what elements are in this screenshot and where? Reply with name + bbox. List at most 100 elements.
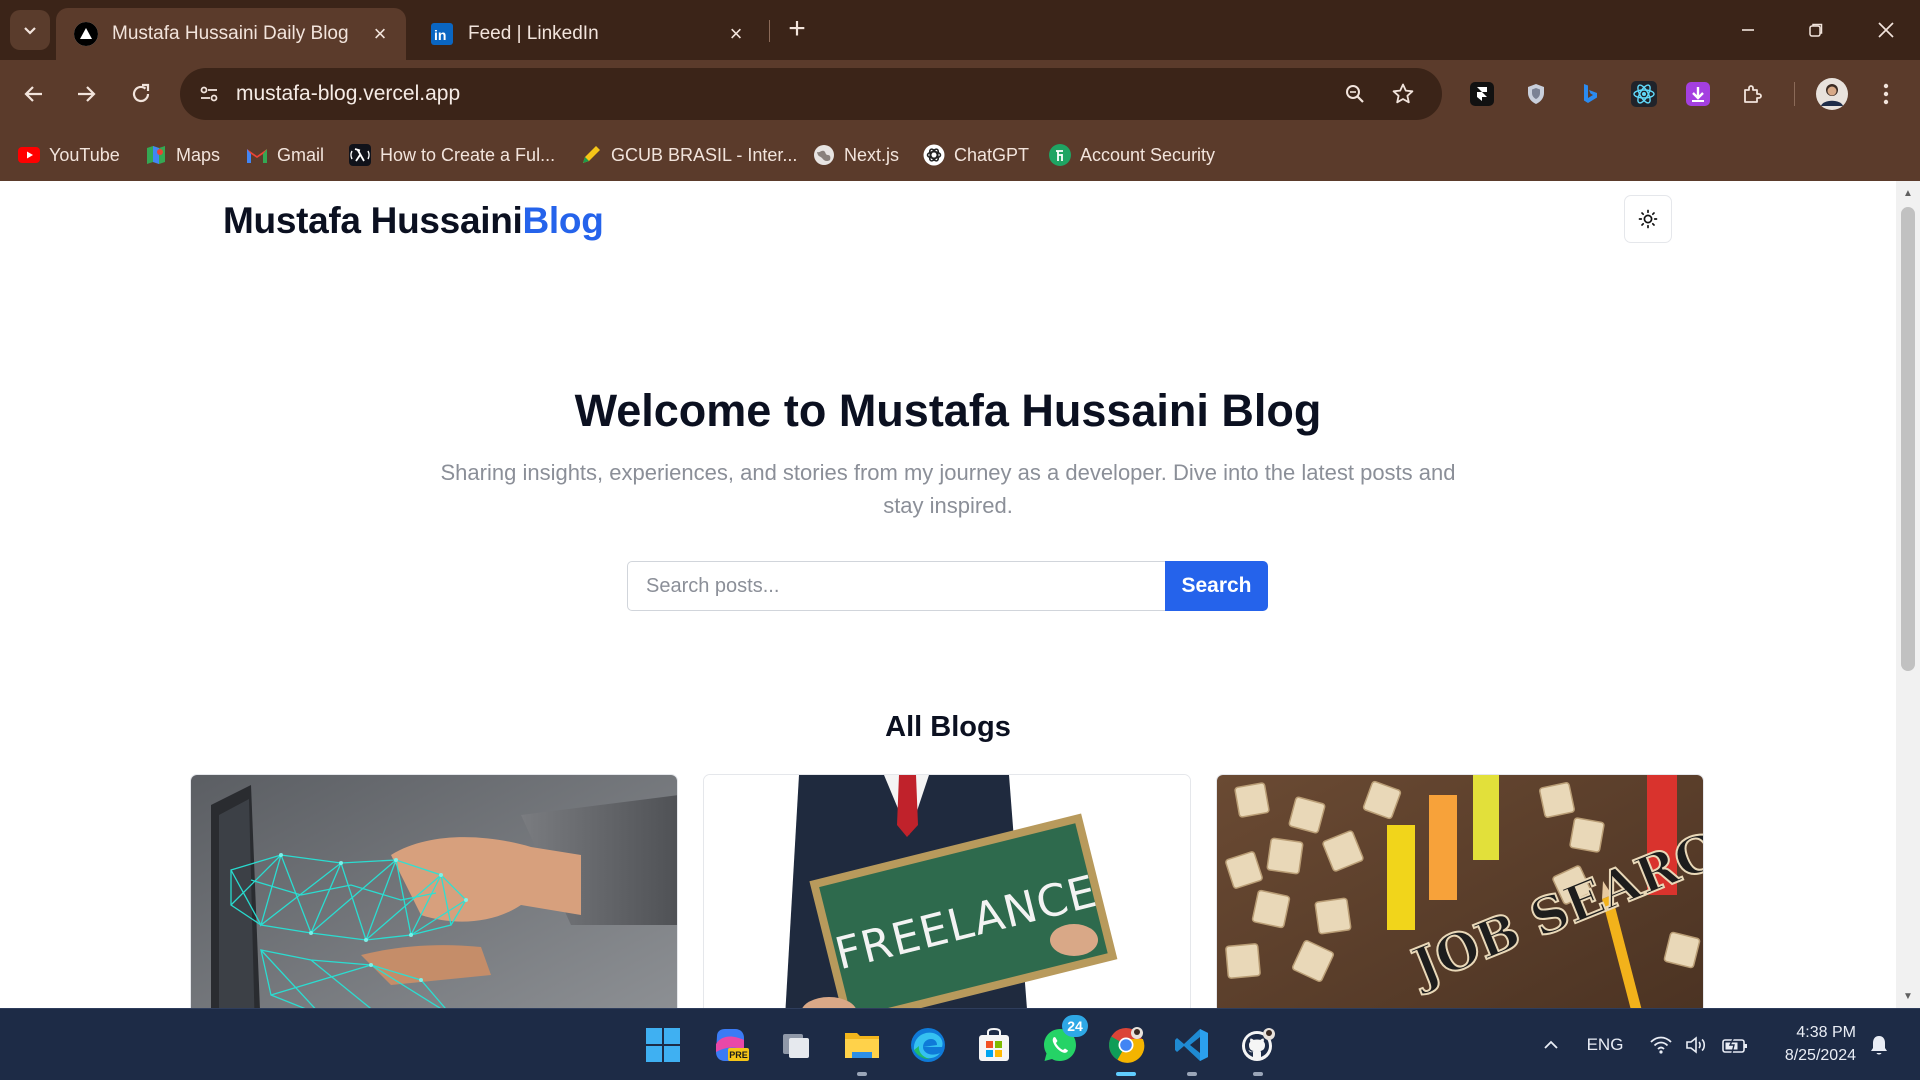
search-button[interactable]: Search <box>1165 561 1268 611</box>
bookmark-nextjs[interactable]: Next.js <box>813 140 899 170</box>
reload-button[interactable] <box>121 74 161 114</box>
restore-icon <box>1809 23 1823 37</box>
taskbar-chrome[interactable] <box>1104 1023 1148 1076</box>
chevron-up-icon <box>1544 1040 1558 1049</box>
blog-card[interactable] <box>190 774 678 1008</box>
profile-avatar[interactable] <box>1814 76 1850 112</box>
volume-icon[interactable] <box>1682 1009 1712 1080</box>
close-tab-icon[interactable]: × <box>724 21 748 46</box>
bookmark-how-to-create[interactable]: How to Create a Ful... <box>349 140 555 170</box>
zoom-icon[interactable] <box>1340 79 1370 109</box>
svg-text:PRE: PRE <box>729 1050 748 1060</box>
scroll-up-arrow-icon[interactable]: ▲ <box>1896 183 1920 203</box>
browser-toolbar: mustafa-blog.vercel.app <box>0 60 1920 128</box>
youtube-icon <box>18 144 40 166</box>
react-devtools-icon[interactable] <box>1626 76 1662 112</box>
taskbar-store[interactable] <box>972 1023 1016 1067</box>
shield-extension-icon[interactable] <box>1518 76 1554 112</box>
language-indicator[interactable]: ENG <box>1580 1009 1630 1080</box>
back-button[interactable] <box>14 74 54 114</box>
system-clock[interactable]: 4:38 PM 8/25/2024 <box>1766 1021 1856 1067</box>
forward-button[interactable] <box>66 74 106 114</box>
download-extension-icon[interactable] <box>1680 76 1716 112</box>
bookmark-account-security[interactable]: Account Security <box>1049 140 1215 170</box>
wifi-icon[interactable] <box>1646 1009 1676 1080</box>
blog-card[interactable]: JOB SEARCH <box>1216 774 1704 1008</box>
tab-blog[interactable]: Mustafa Hussaini Daily Blog × <box>56 8 406 60</box>
bookmark-gmail[interactable]: Gmail <box>246 140 324 170</box>
tab-title: Feed | LinkedIn <box>468 23 599 44</box>
pencil-icon <box>580 144 602 166</box>
triangle-icon <box>74 22 98 46</box>
tab-title: Mustafa Hussaini Daily Blog <box>112 23 349 44</box>
maps-icon <box>145 144 167 166</box>
close-tab-icon[interactable]: × <box>368 21 392 46</box>
globe-icon <box>813 144 835 166</box>
minimize-button[interactable] <box>1714 0 1782 60</box>
store-icon <box>979 1027 1009 1061</box>
bookmark-chatgpt[interactable]: ChatGPT <box>923 140 1029 170</box>
address-bar[interactable]: mustafa-blog.vercel.app <box>180 68 1442 120</box>
bookmark-maps[interactable]: Maps <box>145 140 220 170</box>
scroll-down-arrow-icon[interactable]: ▼ <box>1896 986 1920 1006</box>
theme-toggle-button[interactable] <box>1624 195 1672 243</box>
taskbar-github-desktop[interactable] <box>1236 1023 1280 1076</box>
active-indicator <box>1116 1072 1136 1076</box>
windows-logo-icon <box>646 1028 680 1062</box>
blog-card[interactable]: FREELANCE <box>703 774 1191 1008</box>
job-search-tiles-image: JOB SEARCH <box>1217 775 1703 1008</box>
clock-date: 8/25/2024 <box>1784 1047 1856 1064</box>
url-text[interactable]: mustafa-blog.vercel.app <box>236 82 460 106</box>
tab-divider <box>769 20 770 42</box>
tab-search-button[interactable] <box>10 10 50 50</box>
extensions-puzzle-icon[interactable] <box>1734 76 1770 112</box>
notification-bell-icon[interactable] <box>1864 1009 1894 1080</box>
search-input[interactable] <box>627 561 1165 611</box>
taskbar-edge[interactable] <box>906 1023 950 1067</box>
framer-extension-icon[interactable] <box>1464 76 1500 112</box>
taskbar-task-view[interactable] <box>774 1023 818 1067</box>
close-window-button[interactable] <box>1852 0 1920 60</box>
bookmarks-bar: YouTube Maps Gmail How to Create a Ful..… <box>0 128 1920 181</box>
svg-text:in: in <box>434 27 446 43</box>
linkedin-icon: in <box>430 22 454 46</box>
bookmark-star-icon[interactable] <box>1388 79 1418 109</box>
reload-icon <box>132 83 150 103</box>
bing-extension-icon[interactable] <box>1572 76 1608 112</box>
copilot-icon: PRE <box>716 1029 749 1061</box>
show-hidden-icons-button[interactable] <box>1534 1009 1568 1080</box>
site-info-icon[interactable] <box>194 79 224 109</box>
start-button[interactable] <box>641 1023 685 1067</box>
taskbar-file-explorer[interactable] <box>840 1023 884 1076</box>
github-icon <box>1242 1028 1275 1061</box>
bookmark-youtube[interactable]: YouTube <box>18 140 120 170</box>
taskbar-whatsapp[interactable]: 24 <box>1038 1015 1088 1067</box>
new-tab-button[interactable]: + <box>780 12 814 46</box>
battery-icon[interactable] <box>1718 1009 1752 1080</box>
taskbar-vscode[interactable] <box>1170 1023 1214 1076</box>
openai-icon <box>923 144 945 166</box>
page-scrollbar[interactable]: ▲ ▼ <box>1896 181 1920 1008</box>
gmail-icon <box>246 144 268 166</box>
task-view-icon <box>783 1034 809 1058</box>
edge-icon <box>911 1028 945 1062</box>
notification-badge: 24 <box>1062 1015 1088 1037</box>
chevron-down-icon <box>24 27 36 35</box>
clock-time: 4:38 PM <box>1796 1024 1856 1041</box>
web-page: Mustafa HussainiBlog Welcome to Mustafa … <box>0 181 1896 1008</box>
hero-subtitle: Sharing insights, experiences, and stori… <box>440 460 1456 518</box>
ai-handshake-image <box>191 775 677 1008</box>
more-menu-icon[interactable] <box>1868 76 1904 112</box>
hero-title: Welcome to Mustafa Hussaini Blog <box>574 385 1322 436</box>
minimize-icon <box>1742 29 1754 31</box>
taskbar-copilot[interactable]: PRE <box>708 1023 752 1067</box>
tab-strip: Mustafa Hussaini Daily Blog × in Feed | … <box>0 0 1920 60</box>
site-logo[interactable]: Mustafa HussainiBlog <box>223 200 604 242</box>
tab-linkedin[interactable]: in Feed | LinkedIn × <box>412 8 762 60</box>
toolbar-divider <box>1794 82 1795 106</box>
shield-icon <box>1049 144 1071 166</box>
lambda-icon <box>349 144 371 166</box>
bookmark-gcub-brasil[interactable]: GCUB BRASIL - Inter... <box>580 140 797 170</box>
scroll-thumb[interactable] <box>1901 207 1915 671</box>
restore-button[interactable] <box>1782 0 1850 60</box>
